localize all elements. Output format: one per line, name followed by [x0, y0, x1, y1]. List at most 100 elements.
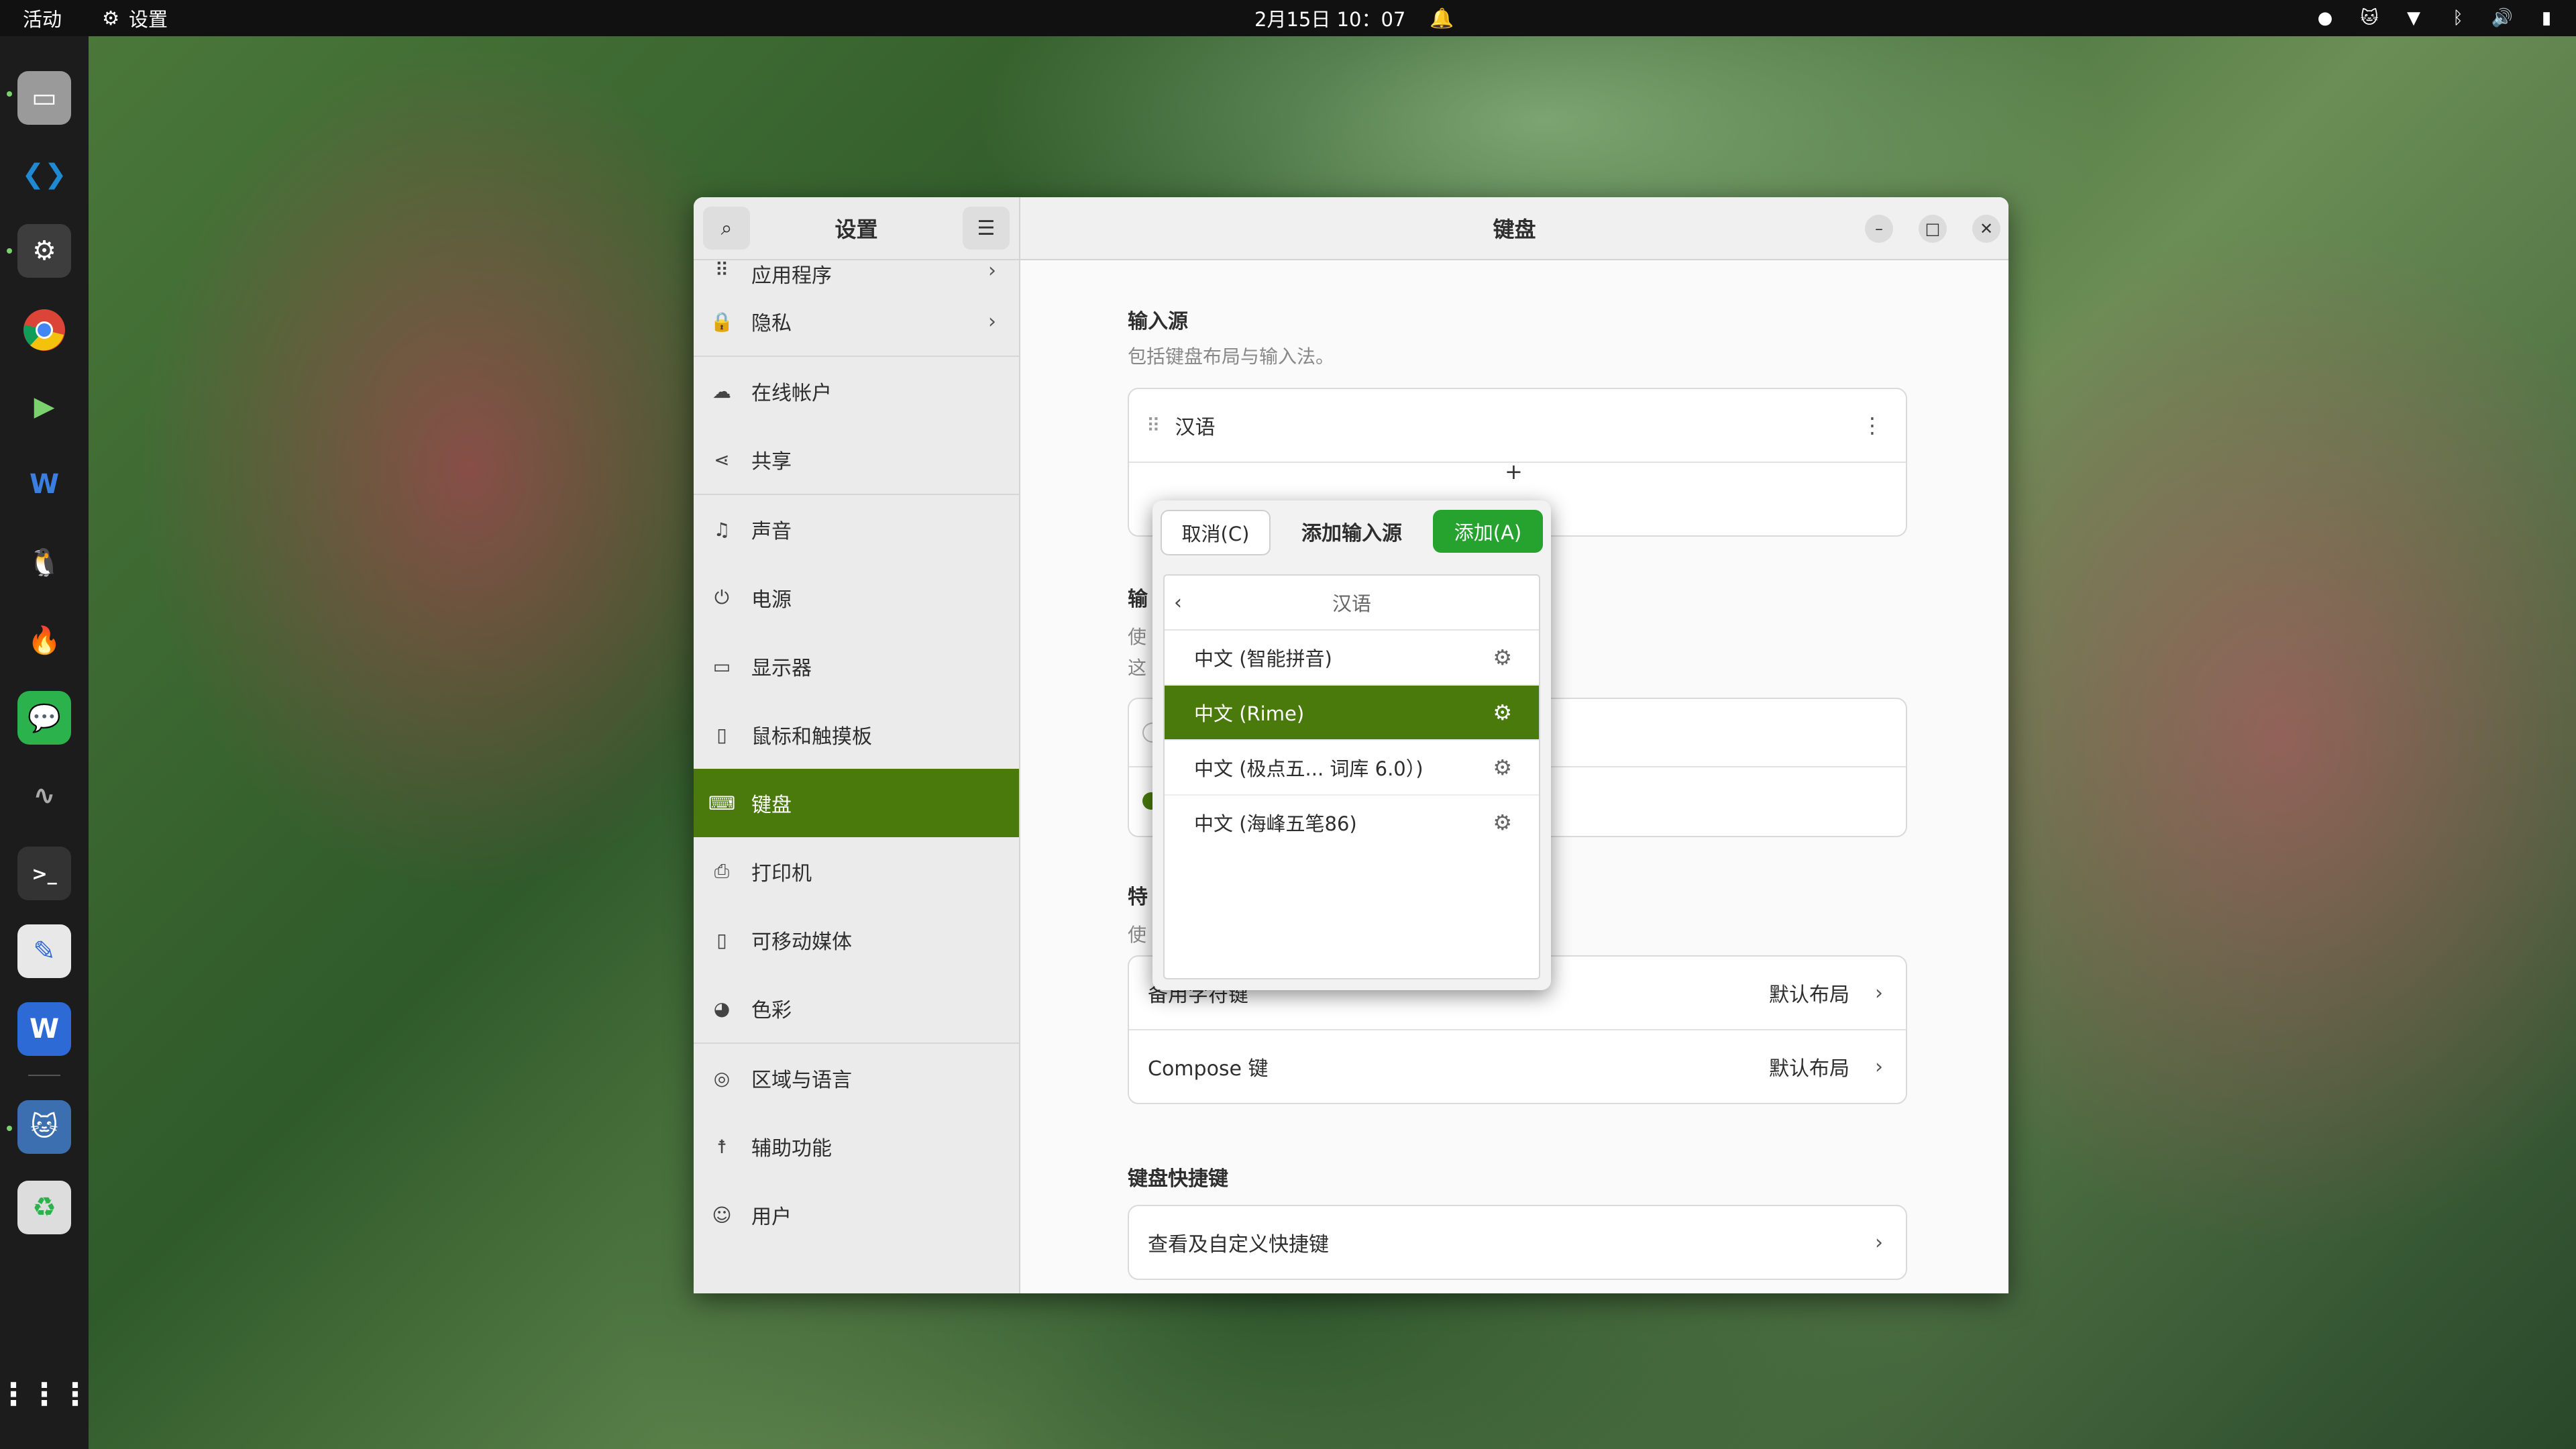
- sidebar-item-label: 辅助功能: [751, 1137, 832, 1161]
- volume-icon[interactable]: 🔊: [2491, 7, 2513, 29]
- sidebar-header: ⌕ 设置 ☰: [694, 197, 1019, 260]
- sidebar-item-label: 打印机: [751, 862, 812, 885]
- compose-key-row[interactable]: Compose 键 默认布局 ›: [1129, 1030, 1906, 1103]
- input-method-option[interactable]: 中文 (智能拼音) ⚙: [1165, 631, 1539, 686]
- user-icon: ☺: [712, 1203, 732, 1226]
- sidebar-item-label: 色彩: [751, 999, 792, 1022]
- activities-button[interactable]: 活动: [23, 4, 62, 32]
- battery-icon[interactable]: ▮: [2536, 7, 2557, 29]
- wps-writer-icon[interactable]: W: [17, 458, 71, 511]
- running-indicator: [7, 248, 12, 254]
- sidebar-item-label: 区域与语言: [751, 1069, 852, 1092]
- media-player-icon[interactable]: ▶: [17, 380, 71, 433]
- chevron-right-icon: ›: [988, 309, 996, 333]
- page-title: 键盘: [1493, 217, 1536, 242]
- search-button[interactable]: ⌕: [703, 207, 750, 250]
- view-customize-shortcuts-row[interactable]: 查看及自定义快捷键 ›: [1129, 1206, 1906, 1279]
- sidebar-item-color[interactable]: ◕ 色彩: [694, 974, 1019, 1042]
- sidebar-item-mouse[interactable]: ▯ 鼠标和触摸板: [694, 700, 1019, 769]
- palette-icon: ◕: [713, 997, 731, 1020]
- wps-office-icon[interactable]: W: [17, 1002, 71, 1056]
- qq-icon[interactable]: 🐧: [17, 535, 71, 589]
- add-button[interactable]: 添加(A): [1433, 510, 1543, 553]
- special-keys-title: 特: [1128, 885, 1148, 909]
- dialog-title: 添加输入源: [1301, 522, 1402, 545]
- sidebar-item-removable-media[interactable]: ▯ 可移动媒体: [694, 906, 1019, 974]
- chevron-right-icon: ›: [1875, 981, 1883, 1005]
- app-menu[interactable]: ⚙ 设置: [102, 4, 168, 32]
- sidebar-item-label: 可移动媒体: [751, 930, 852, 954]
- cat-app-icon[interactable]: 🐱: [17, 1100, 71, 1154]
- gear-icon[interactable]: ⚙: [1493, 810, 1512, 835]
- sidebar-item-privacy[interactable]: 🔒 隐私 ›: [694, 287, 1019, 356]
- text-editor-icon[interactable]: ✎: [17, 924, 71, 978]
- terminal-icon[interactable]: >_: [17, 847, 71, 900]
- input-method-option-selected[interactable]: 中文 (Rime) ⚙: [1165, 686, 1539, 741]
- accessibility-icon: ☨: [716, 1135, 727, 1158]
- sidebar-item-keyboard[interactable]: ⌨ 键盘: [694, 769, 1019, 837]
- sidebar-item-online-accounts[interactable]: ☁ 在线帐户: [694, 357, 1019, 425]
- app-grid-icon[interactable]: ⋮⋮⋮: [0, 1367, 91, 1421]
- sidebar-item-sound[interactable]: ♫ 声音: [694, 495, 1019, 564]
- menu-button[interactable]: ☰: [963, 207, 1010, 250]
- input-sources-title: 输入源: [1128, 310, 1188, 333]
- system-monitor-icon[interactable]: ∿: [17, 769, 71, 822]
- sidebar-item-apps[interactable]: ⠿ 应用程序 ›: [694, 259, 1019, 288]
- sidebar-item-displays[interactable]: ▭ 显示器: [694, 632, 1019, 700]
- sidebar-nav: ⠿ 应用程序 › 🔒 隐私 › ☁ 在线帐户 ⋖ 共享 ♫ 声音 ⏻ 电源 ▭ …: [694, 259, 1019, 1249]
- language-group-header[interactable]: ‹ 汉语: [1165, 576, 1539, 631]
- main-header: 键盘 – □ ✕: [1020, 197, 2008, 260]
- sidebar-item-label: 应用程序: [751, 264, 832, 288]
- gear-icon[interactable]: ⚙: [1493, 645, 1512, 670]
- music-note-icon: ♫: [713, 518, 731, 541]
- more-options-icon[interactable]: ⋮: [1862, 413, 1883, 438]
- dock: ▭ ❮❯ ⚙ ▶ W 🐧 🔥 💬 ∿ >_ ✎ W 🐱 ♻ ⋮⋮⋮: [0, 36, 91, 1449]
- chrome-icon[interactable]: [17, 303, 71, 357]
- cancel-button[interactable]: 取消(C): [1161, 510, 1271, 555]
- input-method-label: 中文 (极点五... 词库 6.0）): [1194, 757, 1424, 780]
- sidebar-item-sharing[interactable]: ⋖ 共享: [694, 425, 1019, 494]
- sidebar-item-label: 在线帐户: [751, 382, 832, 405]
- display-icon: ▭: [712, 655, 731, 678]
- switch-sources-title: 输: [1128, 588, 1148, 611]
- maximize-button[interactable]: □: [1919, 215, 1947, 243]
- globe-icon: ◎: [713, 1067, 731, 1089]
- firefox-icon[interactable]: 🔥: [17, 613, 71, 667]
- dock-separator: [28, 1075, 60, 1076]
- minimize-button[interactable]: –: [1865, 215, 1893, 243]
- gear-icon[interactable]: ⚙: [1493, 755, 1512, 780]
- cat-tray-icon[interactable]: 🐱: [2359, 7, 2380, 29]
- sidebar-item-label: 显示器: [751, 657, 812, 680]
- firefox-tray-icon[interactable]: ●: [2314, 7, 2336, 29]
- bluetooth-icon[interactable]: ᛒ: [2447, 7, 2469, 29]
- language-group-label: 汉语: [1332, 592, 1371, 615]
- files-icon[interactable]: ▭: [17, 71, 71, 125]
- sidebar-item-label: 键盘: [751, 794, 792, 817]
- trash-icon[interactable]: ♻: [17, 1181, 71, 1234]
- sidebar-item-region-language[interactable]: ◎ 区域与语言: [694, 1044, 1019, 1112]
- row-label: Compose 键: [1148, 1057, 1269, 1081]
- sidebar-item-accessibility[interactable]: ☨ 辅助功能: [694, 1112, 1019, 1181]
- vscode-icon[interactable]: ❮❯: [17, 148, 71, 201]
- settings-icon[interactable]: ⚙: [17, 224, 71, 278]
- lock-icon: 🔒: [710, 310, 734, 333]
- sidebar-item-power[interactable]: ⏻ 电源: [694, 564, 1019, 632]
- wechat-icon[interactable]: 💬: [17, 691, 71, 745]
- row-label: 查看及自定义快捷键: [1148, 1233, 1329, 1256]
- plus-icon: +: [1505, 459, 1523, 484]
- sidebar-item-users[interactable]: ☺ 用户: [694, 1181, 1019, 1249]
- clock[interactable]: 2月15日 10：07 🔔: [1254, 0, 1454, 36]
- close-button[interactable]: ✕: [1972, 215, 2000, 243]
- chevron-left-icon[interactable]: ‹: [1174, 591, 1182, 614]
- input-method-option[interactable]: 中文 (极点五... 词库 6.0）) ⚙: [1165, 741, 1539, 796]
- gear-icon[interactable]: ⚙: [1493, 700, 1512, 725]
- maximize-icon: □: [1925, 219, 1941, 238]
- special-keys-subtitle: 使: [1128, 924, 1147, 946]
- input-source-row[interactable]: ⠿ 汉语 ⋮: [1129, 389, 1906, 463]
- input-method-list: ‹ 汉语 中文 (智能拼音) ⚙ 中文 (Rime) ⚙ 中文 (极点五... …: [1163, 574, 1540, 979]
- mouse-icon: ▯: [716, 723, 727, 746]
- input-method-option[interactable]: 中文 (海峰五笔86) ⚙: [1165, 796, 1539, 849]
- drag-handle-icon[interactable]: ⠿: [1146, 415, 1161, 437]
- wifi-icon[interactable]: ▼: [2403, 7, 2424, 29]
- sidebar-item-printers[interactable]: ⎙ 打印机: [694, 837, 1019, 906]
